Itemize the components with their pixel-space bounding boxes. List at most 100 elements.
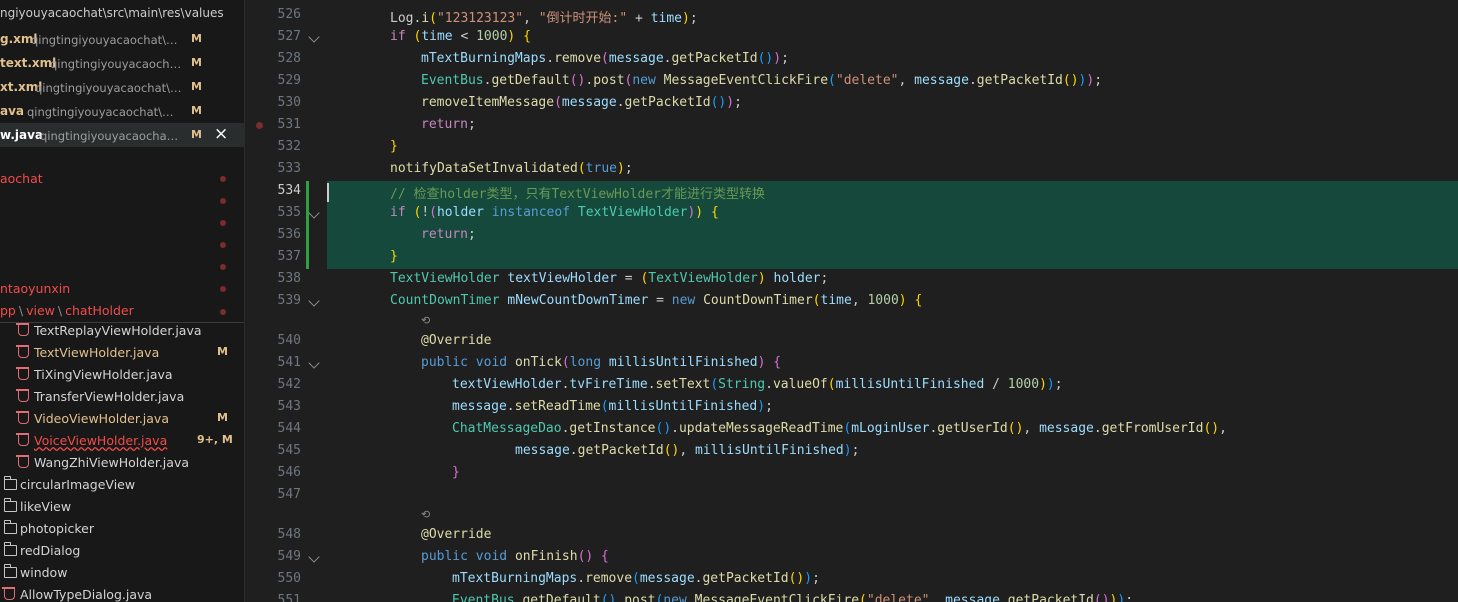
file-item[interactable]: TransferViewHolder.java [0,386,244,408]
code-token: message [452,399,507,414]
code-token: { [914,293,923,308]
java-file-icon [16,389,29,402]
file-item[interactable]: AllowTypeDialog.java [0,584,244,602]
code-token: { [773,355,782,370]
code-line[interactable]: 545 message.getPacketId(), millisUntilFin… [245,440,860,462]
code-line[interactable]: 535 if (!(holder instanceof TextViewHolde… [245,202,719,224]
code-token: / [984,377,1008,392]
breadcrumb-segment[interactable]: pp [0,303,16,318]
code-line[interactable]: 542 textViewHolder.tvFireTime.setText(Str… [245,374,1063,396]
close-icon[interactable]: × [214,124,228,144]
code-token: EventBus [421,73,484,88]
code-line[interactable]: 527 if (time < 1000) { [245,26,546,48]
code-token: ( [429,205,437,220]
code-token: EventBus [452,593,515,602]
code-line[interactable]: 540 @Override [245,330,546,352]
tree-item[interactable]: aochat [0,168,244,190]
code-text: EventBus.getDefault().post(new MessageEv… [452,593,1133,602]
folder-icon [3,476,17,490]
folder-item[interactable]: likeView [0,496,244,518]
tree-item[interactable]: ntaoyunxin [0,278,244,300]
open-editor-item[interactable]: xt.xml qingtingiyouyacaochat\src... M [0,75,244,99]
folder-item[interactable]: photopicker [0,518,244,540]
file-item[interactable]: VoiceViewHolder.java 9+, M [0,430,244,452]
breadcrumb-separator: \ [57,303,63,318]
code-line[interactable]: 538 TextViewHolder textViewHolder = (Text… [245,268,829,290]
open-editor-name: w.java [0,128,44,142]
code-line[interactable]: 533 notifyDataSetInvalidated(true); [245,158,633,180]
code-token: holder [773,271,821,286]
code-line[interactable]: 543 message.setReadTime(millisUntilFinish… [245,396,773,418]
code-token: notifyDataSetInvalidated [390,161,578,176]
code-token: textViewHolder [452,377,562,392]
file-item[interactable]: VideoViewHolder.java M [0,408,244,430]
java-file-icon [16,345,29,358]
code-token: time [421,29,453,44]
code-token: ( [554,95,562,110]
code-line[interactable]: 531 return; [245,114,546,136]
code-line[interactable]: 532} [245,136,546,158]
file-item[interactable]: TiXingViewHolder.java [0,364,244,386]
codelens-icon[interactable]: ⟲ [421,314,430,327]
code-token: , [929,593,946,602]
code-line[interactable]: 537} [245,246,546,268]
breadcrumb-segment[interactable]: chatHolder [65,303,134,318]
file-item[interactable]: TextViewHolder.java M [0,342,244,364]
error-dot-icon [220,309,226,315]
code-token: () [569,73,586,88]
tree-item[interactable] [0,234,244,256]
code-line[interactable]: 549 public void onFinish() { [245,546,609,568]
code-token: message [639,571,695,586]
code-token: mNewCountDownTimer [507,293,649,308]
code-token: instanceof [491,205,571,220]
code-line[interactable]: 539 CountDownTimer mNewCountDownTimer = n… [245,290,923,312]
code-token: new [671,293,696,308]
code-line[interactable]: 550 mTextBurningMaps.remove(message.getPa… [245,568,820,590]
code-token: getPacketId [624,95,711,110]
open-editor-item[interactable]: g.xml qingtingiyouyacaochat\src\... M [0,27,244,51]
code-text: if (time < 1000) { [390,29,531,44]
file-item[interactable]: TextReplayViewHolder.java [0,320,244,342]
code-editor[interactable]: ⟲ ⟲ 526 Log.i("123123123", "倒计时开始:" + tim… [245,0,1458,602]
code-text: textViewHolder.tvFireTime.setText(String… [452,377,1063,392]
file-name: TransferViewHolder.java [34,389,185,404]
code-line[interactable]: 534 // 检查holder类型，只有TextViewHolder才能进行类型转… [245,180,766,202]
code-line[interactable]: 536 return; [245,224,546,246]
open-editor-item-active[interactable]: w.java qingtingiyouyacaochat\sr... M × [0,123,244,147]
file-item[interactable]: WangZhiViewHolder.java [0,452,244,474]
open-editor-item[interactable]: ava qingtingiyouyacaochat\src\... M [0,99,244,123]
code-text: public void onTick(long millisUntilFinis… [421,355,781,370]
sticky-breadcrumb[interactable]: pp \ view \ chatHolder [0,303,134,318]
code-line[interactable]: 526 Log.i("123123123", "倒计时开始:" + time); [245,4,698,26]
code-line[interactable]: 528 mTextBurningMaps.remove(message.getPa… [245,48,789,70]
code-token: @Override [421,527,492,542]
code-token: removeItemMessage [421,95,555,110]
codelens-icon[interactable]: ⟲ [421,508,430,521]
folder-item[interactable]: redDialog [0,540,244,562]
folder-item[interactable]: circularImageView [0,474,244,496]
breadcrumb-segment[interactable]: view [26,303,55,318]
open-editor-item[interactable]: text.xml qingtingiyouyacaochat\... M [0,51,244,75]
tree-item[interactable] [0,190,244,212]
tree-item[interactable] [0,212,244,234]
code-token: getPacketId [577,443,664,458]
code-line[interactable]: 547 [245,484,546,506]
code-line[interactable]: 551 EventBus.getDefault().post(new Messag… [245,590,1134,602]
code-line[interactable]: 530 removeItemMessage(message.getPacketId… [245,92,742,114]
code-line[interactable]: 529 EventBus.getDefault().post(new Messag… [245,70,1103,92]
code-line[interactable]: 541 public void onTick(long millisUntilFi… [245,352,782,374]
folder-item[interactable]: window [0,562,244,584]
code-text: CountDownTimer mNewCountDownTimer = new … [390,293,922,308]
tree-item[interactable] [0,256,244,278]
code-token: , [1023,421,1040,436]
code-token: new [663,593,687,602]
file-name: VoiceViewHolder.java [34,433,168,448]
folder-icon [3,498,17,512]
code-line[interactable]: 548 @Override [245,524,546,546]
code-line[interactable]: 544 ChatMessageDao.getInstance().updateMe… [245,418,1227,440]
code-line[interactable]: 546} [245,462,546,484]
folder-name: window [20,565,68,580]
